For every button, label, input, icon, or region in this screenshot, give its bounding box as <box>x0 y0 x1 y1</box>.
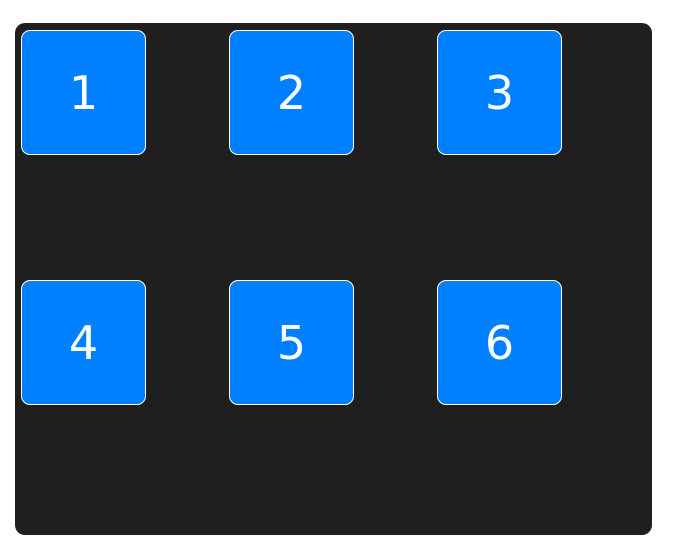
tile-5[interactable]: 5 <box>229 280 354 405</box>
tile-4[interactable]: 4 <box>21 280 146 405</box>
tile-2[interactable]: 2 <box>229 30 354 155</box>
tile-6[interactable]: 6 <box>437 280 562 405</box>
tile-grid-panel: 1 2 3 4 5 6 <box>15 23 652 535</box>
tile-3[interactable]: 3 <box>437 30 562 155</box>
tile-1[interactable]: 1 <box>21 30 146 155</box>
